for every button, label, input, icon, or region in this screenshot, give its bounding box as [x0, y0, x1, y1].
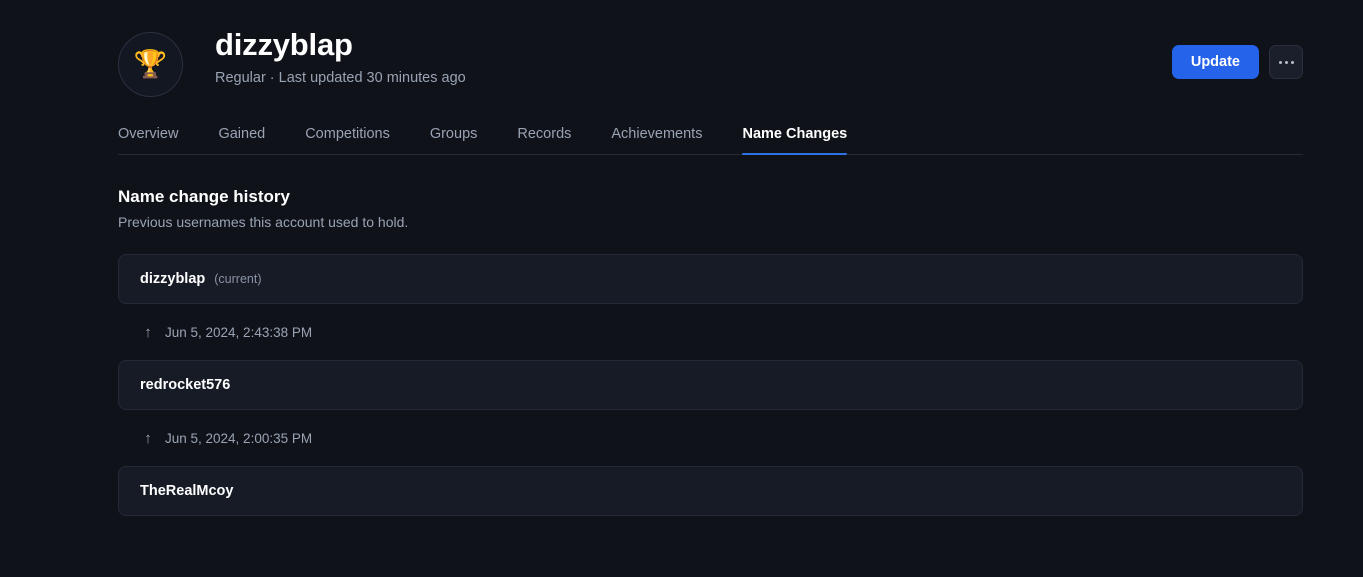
tab-bar: Overview Gained Competitions Groups Reco… [118, 126, 1303, 155]
ellipsis-icon-dot-3 [1291, 61, 1294, 64]
list-item[interactable]: redrocket576 [118, 360, 1303, 410]
tab-name-changes[interactable]: Name Changes [742, 126, 847, 154]
profile-header: 🏆 dizzyblap Regular · Last updated 30 mi… [0, 0, 1363, 97]
section-subtitle: Previous usernames this account used to … [118, 214, 1363, 231]
tab-achievements[interactable]: Achievements [611, 126, 702, 154]
list-item[interactable]: TheRealMcoy [118, 466, 1303, 516]
profile-page: 🏆 dizzyblap Regular · Last updated 30 mi… [0, 0, 1363, 577]
profile-title-block: dizzyblap Regular · Last updated 30 minu… [215, 28, 1172, 87]
section-title: Name change history [118, 187, 1363, 207]
more-options-button[interactable] [1269, 45, 1303, 79]
tab-competitions[interactable]: Competitions [305, 126, 390, 154]
arrow-up-icon: ↑ [140, 431, 156, 446]
update-button[interactable]: Update [1172, 45, 1259, 79]
tabs-container: Overview Gained Competitions Groups Reco… [0, 126, 1363, 155]
name-change-transition: ↑ Jun 5, 2024, 2:00:35 PM [118, 410, 1303, 466]
name-change-transition: ↑ Jun 5, 2024, 2:43:38 PM [118, 304, 1303, 360]
name-change-date: Jun 5, 2024, 2:43:38 PM [165, 325, 312, 340]
avatar: 🏆 [118, 32, 183, 97]
name-change-date: Jun 5, 2024, 2:00:35 PM [165, 431, 312, 446]
arrow-up-icon: ↑ [140, 325, 156, 340]
tab-records[interactable]: Records [517, 126, 571, 154]
name-label: TheRealMcoy [140, 483, 233, 499]
trophy-icon: 🏆 [134, 51, 168, 78]
name-label: redrocket576 [140, 377, 230, 393]
page-title: dizzyblap [215, 28, 1172, 63]
tab-groups[interactable]: Groups [430, 126, 478, 154]
ellipsis-icon-dot-1 [1279, 61, 1282, 64]
name-change-section: Name change history Previous usernames t… [0, 187, 1363, 516]
current-badge: (current) [214, 272, 261, 286]
tab-overview[interactable]: Overview [118, 126, 178, 154]
name-change-history-list: dizzyblap (current) ↑ Jun 5, 2024, 2:43:… [118, 254, 1303, 516]
header-actions: Update [1172, 45, 1303, 79]
profile-meta: Regular · Last updated 30 minutes ago [215, 70, 1172, 87]
ellipsis-icon-dot-2 [1285, 61, 1288, 64]
name-label: dizzyblap [140, 271, 205, 287]
list-item[interactable]: dizzyblap (current) [118, 254, 1303, 304]
tab-gained[interactable]: Gained [218, 126, 265, 154]
